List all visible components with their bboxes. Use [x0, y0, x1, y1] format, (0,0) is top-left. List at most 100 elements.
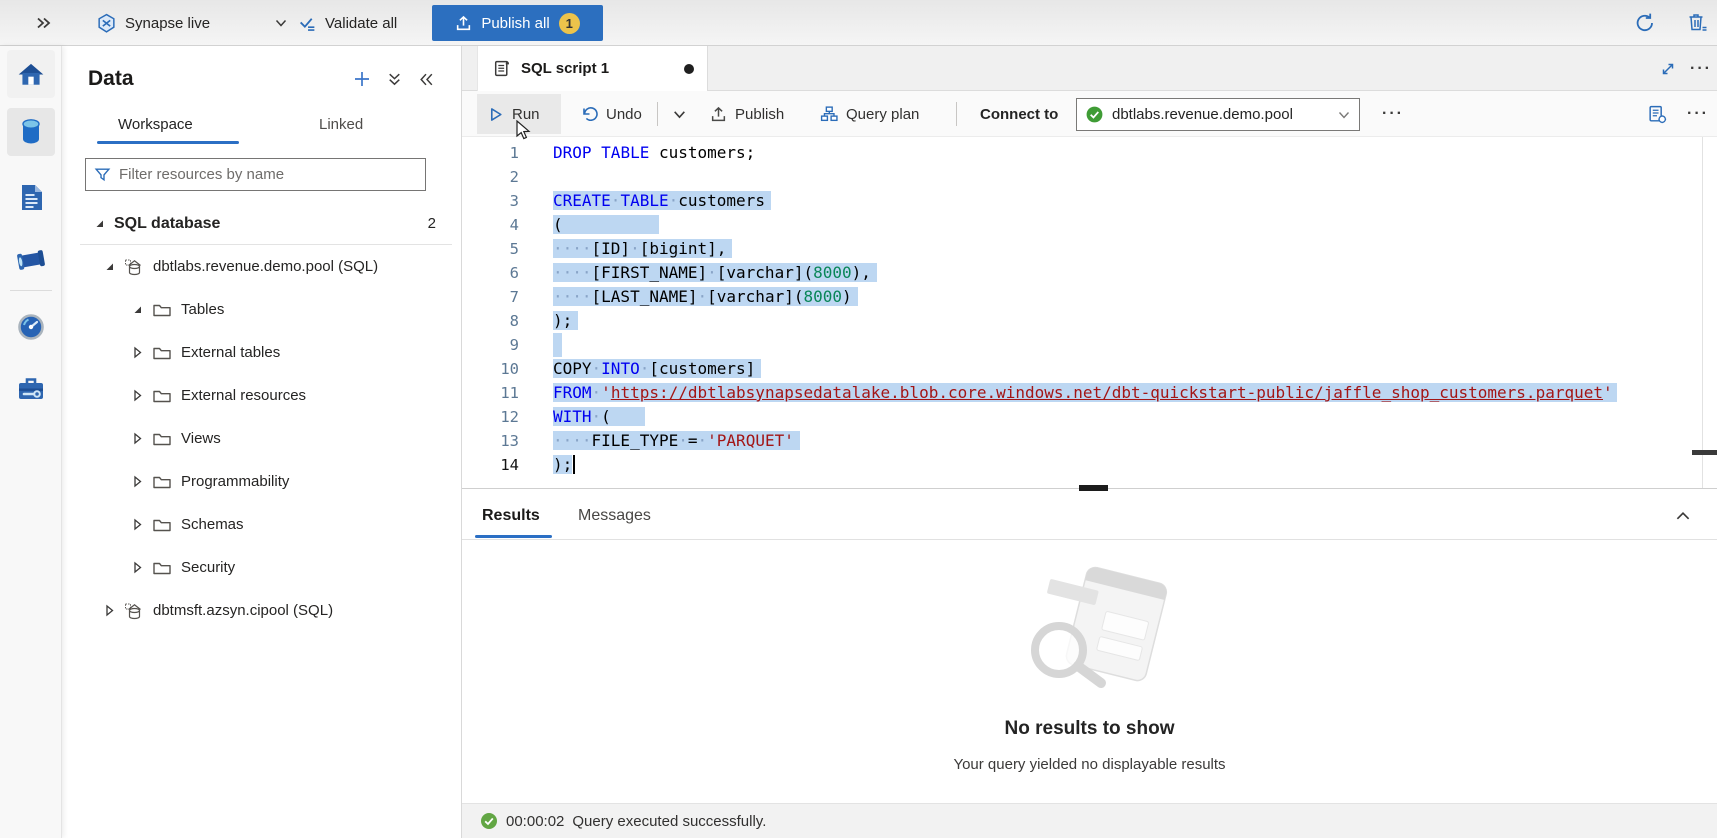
- code-line-text: ····[LAST_NAME]·[varchar](8000): [553, 285, 858, 309]
- folder-icon: [152, 559, 172, 577]
- script-toolbar: Run Undo Publish Query plan Con: [462, 91, 1717, 137]
- code-line-1[interactable]: 1DROP TABLE customers;: [462, 141, 1717, 165]
- add-resource-button[interactable]: [350, 67, 374, 91]
- nav-data[interactable]: [7, 108, 55, 156]
- collapse-all-button[interactable]: [382, 67, 406, 91]
- nav-manage[interactable]: [7, 365, 55, 413]
- code-line-7[interactable]: 7····[LAST_NAME]·[varchar](8000): [462, 285, 1717, 309]
- expand-rail-button[interactable]: [34, 0, 52, 46]
- code-line-text: );: [553, 309, 578, 333]
- editor-overview-ruler[interactable]: [1702, 137, 1717, 488]
- script-settings-button[interactable]: [1637, 94, 1678, 134]
- code-line-text: WITH·(: [553, 405, 645, 429]
- tree-item-tables[interactable]: Tables: [62, 288, 462, 331]
- mode-selector[interactable]: Synapse live: [96, 0, 288, 46]
- tree-item-dbtlabs-revenue-demo-pool-sql[interactable]: dbtlabs.revenue.demo.pool (SQL): [62, 245, 462, 288]
- toolbox-icon: [16, 375, 46, 403]
- tree-item-label: External resources: [181, 387, 306, 404]
- code-line-9[interactable]: 9: [462, 333, 1717, 357]
- publish-all-button[interactable]: Publish all 1: [432, 5, 603, 41]
- line-number: 2: [462, 165, 519, 189]
- publish-label: Publish: [735, 106, 784, 123]
- code-line-text: ····[ID]·[bigint],: [553, 237, 732, 261]
- code-line-text: COPY·INTO·[customers]: [553, 357, 761, 381]
- twisty-expanded-icon[interactable]: [92, 216, 107, 231]
- code-line-text: CREATE·TABLE·customers: [553, 189, 771, 213]
- folder-icon: [152, 473, 172, 491]
- code-line-text: );: [553, 453, 575, 477]
- line-number: 3: [462, 189, 519, 213]
- publish-button[interactable]: Publish: [700, 94, 794, 134]
- folder-icon: [152, 516, 172, 534]
- run-options-chevron[interactable]: [662, 94, 697, 134]
- chevron-down-icon: [274, 16, 288, 30]
- query-plan-button[interactable]: Query plan: [810, 94, 929, 134]
- filter-box[interactable]: [85, 158, 426, 191]
- undo-button[interactable]: Undo: [570, 94, 652, 134]
- twisty-collapsed-icon[interactable]: [130, 474, 145, 489]
- code-line-10[interactable]: 10COPY·INTO·[customers]: [462, 357, 1717, 381]
- tree-item-security[interactable]: Security: [62, 546, 462, 589]
- tab-results[interactable]: Results: [482, 491, 540, 540]
- tab-sql-script-1[interactable]: SQL script 1: [477, 46, 708, 91]
- collapse-results-button[interactable]: [1674, 491, 1692, 540]
- twisty-expanded-icon[interactable]: [102, 259, 117, 274]
- tree-item-external-tables[interactable]: External tables: [62, 331, 462, 374]
- tree-item-sql-database[interactable]: SQL database2: [62, 202, 462, 245]
- nav-integrate[interactable]: [7, 236, 55, 284]
- line-number: 6: [462, 261, 519, 285]
- code-line-2[interactable]: 2: [462, 165, 1717, 189]
- collapse-panel-button[interactable]: [414, 67, 438, 91]
- code-line-text: (: [553, 213, 659, 237]
- connect-pool-dropdown[interactable]: dbtlabs.revenue.demo.pool: [1076, 98, 1360, 131]
- code-line-8[interactable]: 8);: [462, 309, 1717, 333]
- code-line-14[interactable]: 14);: [462, 453, 1717, 477]
- chevron-down-icon: [1337, 108, 1351, 122]
- code-line-text: ····[FIRST_NAME]·[varchar](8000),: [553, 261, 877, 285]
- code-line-11[interactable]: 11FROM·'https://dbtlabsynapsedatalake.bl…: [462, 381, 1717, 405]
- discard-button[interactable]: [1685, 0, 1709, 46]
- query-status-bar: 00:00:02 Query executed successfully.: [462, 803, 1717, 838]
- tree-item-programmability[interactable]: Programmability: [62, 460, 462, 503]
- tree-item-schemas[interactable]: Schemas: [62, 503, 462, 546]
- tab-workspace[interactable]: Workspace: [118, 110, 193, 138]
- toolbar-more-button[interactable]: ···: [1372, 94, 1414, 134]
- toolbar-overflow-button[interactable]: ···: [1677, 94, 1717, 134]
- more-icon: ···: [1690, 60, 1712, 78]
- rail-divider: [10, 290, 52, 291]
- refresh-button[interactable]: [1633, 0, 1657, 46]
- nav-develop[interactable]: [7, 173, 55, 221]
- code-line-5[interactable]: 5····[ID]·[bigint],: [462, 237, 1717, 261]
- nav-home[interactable]: [7, 50, 55, 98]
- code-line-13[interactable]: 13····FILE_TYPE·=·'PARQUET': [462, 429, 1717, 453]
- expand-editor-button[interactable]: [1659, 46, 1677, 91]
- code-line-text: [553, 333, 562, 357]
- twisty-collapsed-icon[interactable]: [130, 345, 145, 360]
- sql-pool-icon: [124, 258, 144, 276]
- twisty-collapsed-icon[interactable]: [130, 560, 145, 575]
- twisty-expanded-icon[interactable]: [130, 302, 145, 317]
- chevron-up-icon: [1674, 507, 1692, 525]
- sql-code-editor[interactable]: 1DROP TABLE customers;23 CREATE·TABLE·cus…: [462, 137, 1717, 488]
- line-number: 11: [462, 381, 519, 405]
- nav-monitor[interactable]: [7, 303, 55, 351]
- validate-all-button[interactable]: Validate all: [298, 0, 397, 46]
- tab-more-button[interactable]: ···: [1690, 46, 1712, 91]
- code-line-4[interactable]: 4(: [462, 213, 1717, 237]
- twisty-collapsed-icon[interactable]: [130, 388, 145, 403]
- filter-input[interactable]: [119, 166, 399, 183]
- tree-item-label: Views: [181, 430, 221, 447]
- code-line-6[interactable]: 6 ····[FIRST_NAME]·[varchar](8000),: [462, 261, 1717, 285]
- twisty-collapsed-icon[interactable]: [102, 603, 117, 618]
- tab-linked[interactable]: Linked: [319, 110, 363, 138]
- code-line-12[interactable]: 12WITH·(: [462, 405, 1717, 429]
- tree-item-views[interactable]: Views: [62, 417, 462, 460]
- mode-label: Synapse live: [125, 15, 210, 32]
- tab-messages[interactable]: Messages: [578, 491, 651, 540]
- twisty-collapsed-icon[interactable]: [130, 431, 145, 446]
- tree-item-external-resources[interactable]: External resources: [62, 374, 462, 417]
- twisty-collapsed-icon[interactable]: [130, 517, 145, 532]
- code-line-3[interactable]: 3 CREATE·TABLE·customers: [462, 189, 1717, 213]
- tree-item-dbtmsft-azsyn-cipool-sql[interactable]: dbtmsft.azsyn.cipool (SQL): [62, 589, 462, 632]
- tree-item-label: SQL database: [114, 215, 220, 233]
